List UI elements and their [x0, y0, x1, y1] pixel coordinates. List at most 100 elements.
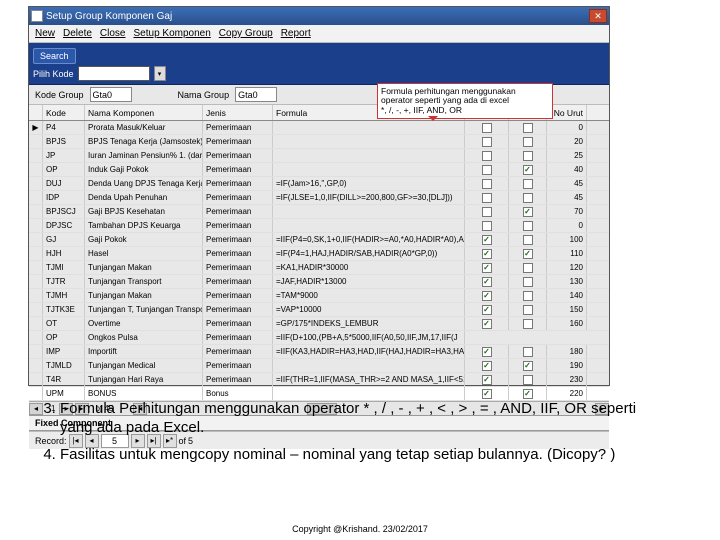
- homepay-checkbox[interactable]: [482, 291, 492, 301]
- homepay-checkbox[interactable]: [482, 375, 492, 385]
- homepay-checkbox[interactable]: [482, 221, 492, 231]
- menu-close[interactable]: Close: [100, 28, 126, 39]
- window-title: Setup Group Komponen Gaj: [46, 11, 172, 22]
- dicopy-checkbox[interactable]: [523, 305, 533, 315]
- table-row[interactable]: DUJDenda Uang DPJS Tenaga KerjaPemerimaa…: [29, 177, 609, 191]
- homepay-checkbox[interactable]: [482, 179, 492, 189]
- cell-nama: Tunjangan Medical: [85, 359, 203, 372]
- table-row[interactable]: OTOvertimePemerimaan=GP/175*INDEKS_LEMBU…: [29, 317, 609, 331]
- cell-urut: 180: [547, 345, 587, 358]
- kode-dropdown-icon[interactable]: ▾: [154, 66, 166, 81]
- cell-kode: TJMLD: [43, 359, 85, 372]
- dicopy-checkbox[interactable]: [523, 235, 533, 245]
- table-row[interactable]: TJMLDTunjangan MedicalPemerimaan190: [29, 359, 609, 373]
- cell-formula: =IIF(D+100,(PB+A,5*5000,IIF(A0,50,IIF,JM…: [273, 331, 465, 344]
- table-row[interactable]: HJHHaselPemerimaan=IF(P4=1,HAJ,HADIR/SAB…: [29, 247, 609, 261]
- cell-urut: 70: [547, 205, 587, 218]
- dicopy-checkbox[interactable]: [523, 375, 533, 385]
- dicopy-checkbox[interactable]: [523, 291, 533, 301]
- kodegroup-input[interactable]: [90, 87, 132, 102]
- homepay-checkbox[interactable]: [482, 263, 492, 273]
- cell-formula: =IF(P4=1,HAJ,HADIR/SAB,HADIR(A0*GP,0)): [273, 247, 465, 260]
- cell-kode: DUJ: [43, 177, 85, 190]
- dicopy-checkbox[interactable]: [523, 165, 533, 175]
- homepay-checkbox[interactable]: [482, 165, 492, 175]
- homepay-checkbox[interactable]: [482, 235, 492, 245]
- homepay-checkbox[interactable]: [482, 207, 492, 217]
- cell-kode: OP: [43, 163, 85, 176]
- menu-delete[interactable]: Delete: [63, 28, 92, 39]
- homepay-checkbox[interactable]: [482, 249, 492, 259]
- cell-formula: =IF(Jam>16,'',GP,0): [273, 177, 465, 190]
- table-row[interactable]: OPOngkos PulsaPemerimaan=IIF(D+100,(PB+A…: [29, 331, 609, 345]
- homepay-checkbox[interactable]: [482, 305, 492, 315]
- cell-nama: Iuran Jaminan Pensiun% 1. (dari...: [85, 149, 203, 162]
- table-row[interactable]: GJGaji PokokPemerimaan=IIF(P4=0,SK,1+0,I…: [29, 233, 609, 247]
- dicopy-checkbox[interactable]: [523, 123, 533, 133]
- dicopy-checkbox[interactable]: [523, 249, 533, 259]
- formula-callout: Formula perhitungan menggunakan operator…: [377, 83, 553, 119]
- cell-nama: Hasel: [85, 247, 203, 260]
- namagroup-input[interactable]: [235, 87, 277, 102]
- table-row[interactable]: ▶P4Prorata Masuk/KeluarPemerimaan0: [29, 121, 609, 135]
- table-row[interactable]: DPJSCTambahan DPJS KeuargaPemerimaan0: [29, 219, 609, 233]
- cell-kode: IMP: [43, 345, 85, 358]
- menu-report[interactable]: Report: [281, 28, 311, 39]
- table-row[interactable]: IDPDenda Upah PenuhanPemerimaan=IF(JLSE=…: [29, 191, 609, 205]
- dicopy-checkbox[interactable]: [523, 221, 533, 231]
- homepay-checkbox[interactable]: [482, 151, 492, 161]
- col-jenis[interactable]: Jenis: [203, 105, 273, 120]
- kode-label: Pilih Kode: [33, 69, 74, 79]
- table-row[interactable]: UPMBONUSBonus220: [29, 387, 609, 401]
- menu-new[interactable]: New: [35, 28, 55, 39]
- cell-jenis: Pemerimaan: [203, 261, 273, 274]
- table-row[interactable]: IMPImportiftPemerimaan=IIF(KA3,HADIR=HA3…: [29, 345, 609, 359]
- homepay-checkbox[interactable]: [482, 123, 492, 133]
- cell-nama: Tambahan DPJS Keuarga: [85, 219, 203, 232]
- search-button[interactable]: Search: [33, 48, 76, 64]
- cell-jenis: Pemerimaan: [203, 163, 273, 176]
- menubar: New Delete Close Setup Komponen Copy Gro…: [29, 25, 609, 43]
- table-row[interactable]: TJMITunjangan MakanPemerimaan=KA1,HADIR*…: [29, 261, 609, 275]
- table-row[interactable]: OPInduk Gaji PokokPemerimaan40: [29, 163, 609, 177]
- col-nama[interactable]: Nama Komponen: [85, 105, 203, 120]
- table-row[interactable]: TJMHTunjangan MakanPemerimaan=TAM*900014…: [29, 289, 609, 303]
- table-row[interactable]: T4RTunjangan Hari RayaPemerimaan=IIF(THR…: [29, 373, 609, 387]
- dicopy-checkbox[interactable]: [523, 193, 533, 203]
- dicopy-checkbox[interactable]: [523, 277, 533, 287]
- homepay-checkbox[interactable]: [482, 389, 492, 399]
- cell-kode: T4R: [43, 373, 85, 386]
- menu-setup[interactable]: Setup Komponen: [134, 28, 211, 39]
- dicopy-checkbox[interactable]: [523, 207, 533, 217]
- dicopy-checkbox[interactable]: [523, 179, 533, 189]
- dicopy-checkbox[interactable]: [523, 361, 533, 371]
- cell-jenis: Pemerimaan: [203, 233, 273, 246]
- dicopy-checkbox[interactable]: [523, 263, 533, 273]
- table-row[interactable]: TJTRTunjangan TransportPemerimaan=JAF,HA…: [29, 275, 609, 289]
- cell-nama: Denda Upah Penuhan: [85, 191, 203, 204]
- dicopy-checkbox[interactable]: [523, 347, 533, 357]
- cell-urut: 20: [547, 135, 587, 148]
- table-row[interactable]: BPJSCJGaji BPJS KesehatanPemerimaan70: [29, 205, 609, 219]
- table-row[interactable]: TJTK3ETunjangan T, Tunjangan TransportPe…: [29, 303, 609, 317]
- dicopy-checkbox[interactable]: [523, 319, 533, 329]
- kode-input[interactable]: [78, 66, 150, 81]
- homepay-checkbox[interactable]: [482, 319, 492, 329]
- homepay-checkbox[interactable]: [482, 137, 492, 147]
- note-3: Formula Perhitungan menggunakan operator…: [60, 400, 658, 438]
- dicopy-checkbox[interactable]: [523, 151, 533, 161]
- homepay-checkbox[interactable]: [482, 193, 492, 203]
- table-row[interactable]: JPIuran Jaminan Pensiun% 1. (dari...Peme…: [29, 149, 609, 163]
- dicopy-checkbox[interactable]: [523, 137, 533, 147]
- homepay-checkbox[interactable]: [482, 277, 492, 287]
- close-icon[interactable]: ✕: [589, 9, 607, 23]
- table-row[interactable]: BPJSBPJS Tenaga Kerja (Jamsostek)Pemerim…: [29, 135, 609, 149]
- dicopy-checkbox[interactable]: [523, 389, 533, 399]
- col-urut[interactable]: No Urut: [547, 105, 587, 120]
- cell-kode: TJMI: [43, 261, 85, 274]
- cell-nama: Tunjangan T, Tunjangan Transport: [85, 303, 203, 316]
- menu-copy[interactable]: Copy Group: [219, 28, 273, 39]
- homepay-checkbox[interactable]: [482, 361, 492, 371]
- col-kode[interactable]: Kode: [43, 105, 85, 120]
- homepay-checkbox[interactable]: [482, 347, 492, 357]
